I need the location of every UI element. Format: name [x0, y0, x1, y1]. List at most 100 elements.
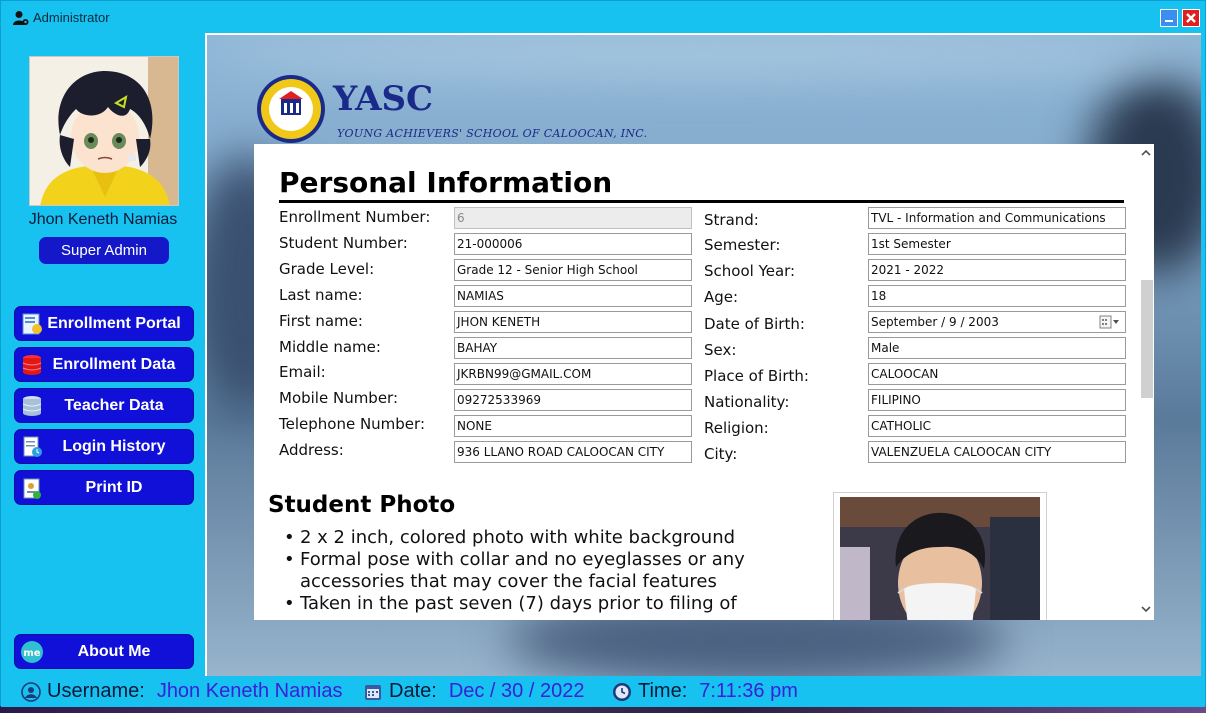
svg-text:me: me — [23, 648, 40, 659]
photo-section-title: Student Photo — [268, 492, 456, 518]
address-field[interactable]: 936 LLANO ROAD CALOOCAN CITY — [454, 441, 692, 463]
username-status: Username: Jhon Keneth Namias — [21, 680, 342, 703]
close-button[interactable] — [1182, 9, 1200, 27]
field-label: Last name: — [279, 286, 363, 304]
date-of-birth-picker[interactable]: September / 9 / 2003 — [868, 311, 1126, 333]
time-label: Time: — [638, 680, 688, 702]
personal-info-panel[interactable]: Personal Information Enrollment Number: … — [254, 144, 1154, 620]
student-photo-frame[interactable] — [833, 492, 1047, 620]
nav-teacher-data-button[interactable]: Teacher Data — [14, 388, 194, 423]
scroll-up-icon[interactable] — [1140, 148, 1152, 158]
field-label: Date of Birth: — [704, 315, 805, 333]
telephone-number-field[interactable]: NONE — [454, 415, 692, 437]
date-status: Date: Dec / 30 / 2022 — [363, 680, 584, 703]
vertical-scrollbar[interactable] — [1138, 144, 1154, 620]
calendar-dropdown-icon[interactable] — [1099, 315, 1121, 329]
title-divider — [279, 200, 1124, 203]
field-label: Student Number: — [279, 234, 408, 252]
field-label: Mobile Number: — [279, 389, 399, 407]
enrollment-portal-icon — [19, 311, 45, 337]
field-label: School Year: — [704, 262, 796, 280]
date-value: Dec / 30 / 2022 — [448, 680, 585, 702]
minimize-button[interactable] — [1160, 9, 1178, 27]
list-item: 2 x 2 inch, colored photo with white bac… — [284, 527, 804, 549]
admin-window: Administrator Jhon Keneth Namias Super A… — [0, 0, 1206, 707]
nav-label: About Me — [77, 642, 151, 660]
field-label: Address: — [279, 441, 344, 459]
nav-label: Login History — [62, 437, 166, 455]
field-label: Religion: — [704, 419, 769, 437]
age-field[interactable]: 18 — [868, 285, 1126, 307]
religion-field[interactable]: CATHOLIC — [868, 415, 1126, 437]
background-blur — [207, 35, 1201, 75]
section-title: Personal Information — [279, 166, 613, 199]
status-bar: Username: Jhon Keneth Namias Date: Dec /… — [1, 676, 1205, 707]
history-icon — [19, 434, 45, 460]
scroll-down-icon[interactable] — [1140, 604, 1152, 614]
school-full-name: YOUNG ACHIEVERS' SCHOOL OF CALOOCAN, INC… — [337, 127, 648, 140]
place-of-birth-field[interactable]: CALOOCAN — [868, 363, 1126, 385]
database-icon — [19, 393, 45, 419]
photo-requirements-list: 2 x 2 inch, colored photo with white bac… — [284, 527, 804, 615]
nav-label: Teacher Data — [64, 396, 164, 414]
list-item: Formal pose with collar and no eyeglasse… — [284, 549, 804, 593]
field-label: Strand: — [704, 211, 759, 229]
field-label: Telephone Number: — [279, 415, 425, 433]
email-field[interactable]: JKRBN99@GMAIL.COM — [454, 363, 692, 385]
main-content: YASC YOUNG ACHIEVERS' SCHOOL OF CALOOCAN… — [205, 33, 1201, 676]
sidebar: Jhon Keneth Namias Super Admin Enrollmen… — [1, 33, 205, 676]
nav-print-id-button[interactable]: Print ID — [14, 470, 194, 505]
field-label: Middle name: — [279, 338, 381, 356]
nav-label: Enrollment Data — [52, 355, 176, 373]
school-logo: YASC YOUNG ACHIEVERS' SCHOOL OF CALOOCAN… — [253, 73, 693, 145]
field-label: Enrollment Number: — [279, 208, 431, 226]
avatar — [29, 56, 179, 206]
field-label: Semester: — [704, 236, 781, 254]
nav-about-me-button[interactable]: me About Me — [14, 634, 194, 669]
first-name-field[interactable]: JHON KENETH — [454, 311, 692, 333]
nav-enrollment-portal-button[interactable]: Enrollment Portal — [14, 306, 194, 341]
grade-level-field[interactable]: Grade 12 - Senior High School — [454, 259, 692, 281]
close-icon — [1186, 13, 1196, 23]
strand-field[interactable]: TVL - Information and Communications — [868, 207, 1126, 229]
admin-user-icon — [13, 11, 29, 25]
anime-avatar-image — [30, 57, 178, 205]
city-field[interactable]: VALENZUELA CALOOCAN CITY — [868, 441, 1126, 463]
enrollment-number-field: 6 — [454, 207, 692, 229]
role-badge: Super Admin — [39, 237, 169, 264]
calendar-icon — [365, 684, 381, 700]
username-label: Username: — [47, 680, 145, 702]
nav-enrollment-data-button[interactable]: Enrollment Data — [14, 347, 194, 382]
school-seal-icon — [257, 75, 325, 143]
scroll-thumb[interactable] — [1141, 280, 1153, 398]
username-value: Jhon Keneth Namias — [156, 680, 343, 702]
school-name: YASC — [333, 79, 434, 119]
school-year-field[interactable]: 2021 - 2022 — [868, 259, 1126, 281]
nav-label: Print ID — [85, 478, 143, 496]
clock-icon — [613, 682, 631, 701]
student-photo — [840, 497, 1040, 620]
title-bar: Administrator — [1, 1, 1205, 33]
field-label: Sex: — [704, 341, 737, 359]
minimize-icon — [1165, 20, 1173, 22]
middle-name-field[interactable]: BAHAY — [454, 337, 692, 359]
field-label: Grade Level: — [279, 260, 375, 278]
field-label: Place of Birth: — [704, 367, 809, 385]
semester-field[interactable]: 1st Semester — [868, 233, 1126, 255]
student-photo-image — [840, 497, 1040, 620]
last-name-field[interactable]: NAMIAS — [454, 285, 692, 307]
window-title: Administrator — [33, 10, 110, 25]
date-label: Date: — [389, 680, 437, 702]
id-card-icon — [19, 475, 45, 501]
field-label: Email: — [279, 363, 326, 381]
student-number-field[interactable]: 21-000006 — [454, 233, 692, 255]
sex-field[interactable]: Male — [868, 337, 1126, 359]
mobile-number-field[interactable]: 09272533969 — [454, 389, 692, 411]
field-label: Nationality: — [704, 393, 790, 411]
nav-label: Enrollment Portal — [47, 314, 181, 332]
user-icon — [21, 681, 41, 702]
nationality-field[interactable]: FILIPINO — [868, 389, 1126, 411]
field-label: Age: — [704, 288, 739, 306]
database-icon — [19, 352, 45, 378]
nav-login-history-button[interactable]: Login History — [14, 429, 194, 464]
